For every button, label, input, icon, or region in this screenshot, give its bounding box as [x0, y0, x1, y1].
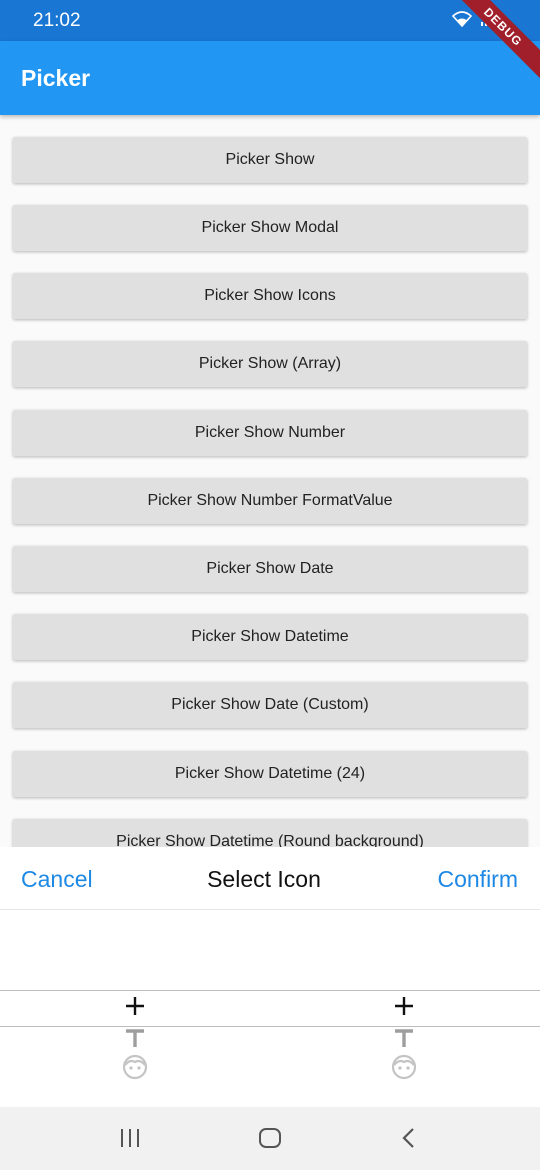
confirm-button[interactable]: Confirm — [437, 866, 518, 893]
picker-show-number-button[interactable]: Picker Show Number — [13, 410, 527, 456]
face-icon[interactable] — [105, 1054, 165, 1080]
picker-show-date-custom-button[interactable]: Picker Show Date (Custom) — [13, 682, 527, 728]
picker-show-array-button[interactable]: Picker Show (Array) — [13, 341, 527, 387]
picker-column-left[interactable] — [105, 910, 165, 1107]
picker-show-modal-button[interactable]: Picker Show Modal — [13, 205, 527, 251]
back-icon[interactable] — [401, 1127, 417, 1154]
picker-show-number-formatvalue-button[interactable]: Picker Show Number FormatValue — [13, 478, 527, 524]
add-icon[interactable] — [105, 995, 165, 1017]
page-title: Picker — [21, 65, 91, 91]
face-icon[interactable] — [374, 1054, 434, 1080]
title-icon[interactable] — [374, 1028, 434, 1048]
button-list[interactable]: Picker Show Picker Show Modal Picker Sho… — [0, 115, 540, 847]
system-nav-bar — [0, 1107, 540, 1170]
picker-wheel[interactable] — [0, 910, 540, 1107]
icon-picker-sheet: Cancel Select Icon Confirm — [0, 847, 540, 1107]
picker-show-datetime-24-button[interactable]: Picker Show Datetime (24) — [13, 751, 527, 797]
home-icon[interactable] — [258, 1127, 282, 1154]
app-bar: Picker — [0, 41, 540, 115]
status-bar: 21:02 — [0, 0, 540, 41]
selection-line-bottom — [0, 1026, 540, 1027]
wifi-icon — [451, 10, 473, 33]
add-icon[interactable] — [374, 995, 434, 1017]
picker-column-right[interactable] — [374, 910, 434, 1107]
picker-show-datetime-round-button[interactable]: Picker Show Datetime (Round background) — [13, 819, 527, 847]
selection-line-top — [0, 990, 540, 991]
recents-icon[interactable] — [119, 1127, 141, 1154]
picker-show-button[interactable]: Picker Show — [13, 137, 527, 183]
picker-show-datetime-button[interactable]: Picker Show Datetime — [13, 614, 527, 660]
picker-header: Cancel Select Icon Confirm — [0, 847, 540, 910]
status-time: 21:02 — [33, 10, 81, 31]
title-icon[interactable] — [105, 1028, 165, 1048]
picker-show-date-button[interactable]: Picker Show Date — [13, 546, 527, 592]
picker-show-icons-button[interactable]: Picker Show Icons — [13, 273, 527, 319]
